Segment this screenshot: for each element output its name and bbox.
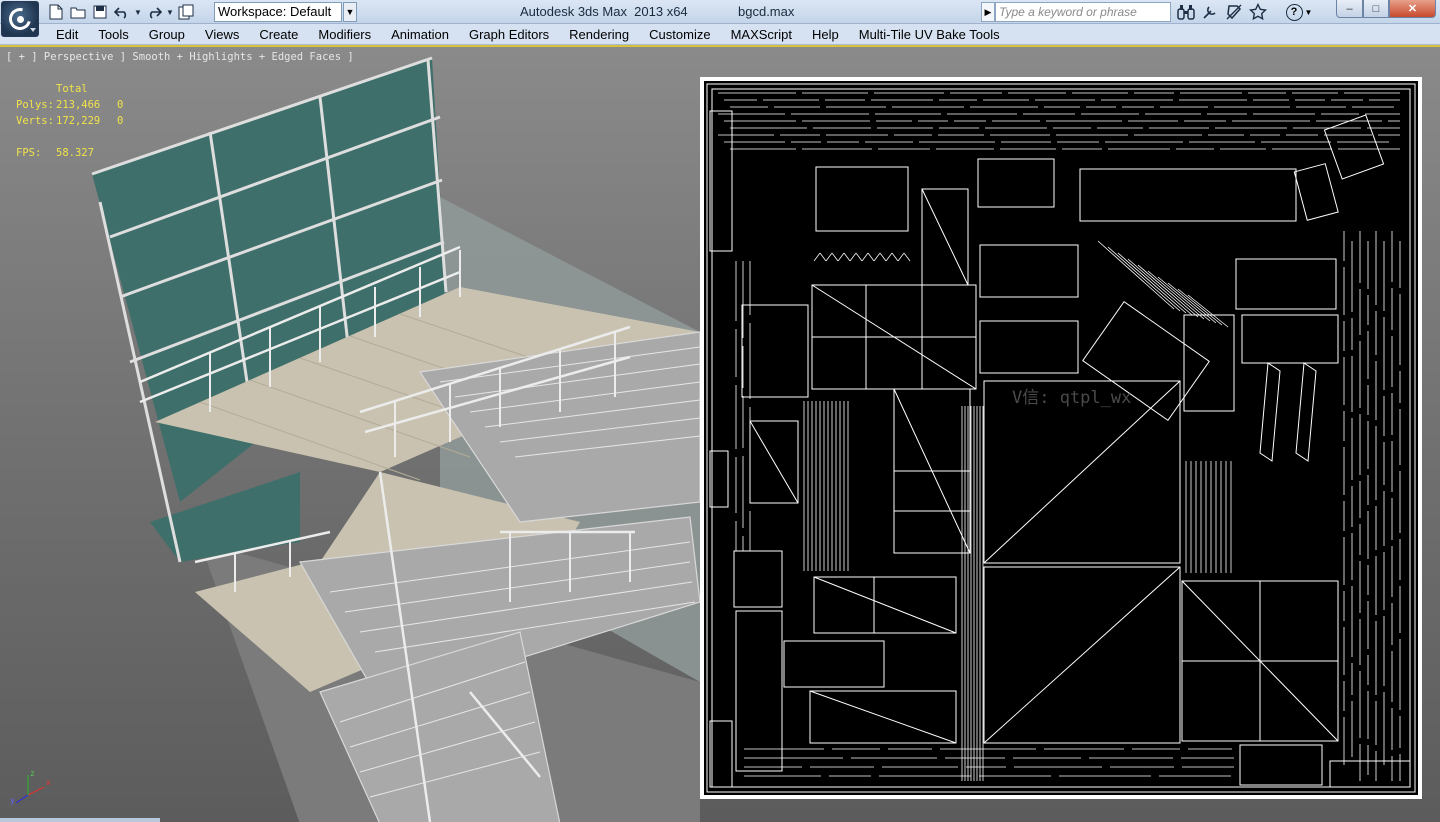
subscription-center-icon[interactable] — [1200, 2, 1220, 22]
fps-label: FPS: — [16, 147, 42, 159]
application-menu-button[interactable] — [1, 1, 39, 37]
favorites-star-icon[interactable] — [1248, 2, 1268, 22]
menu-items: Edit Tools Group Views Create Modifiers Animat… — [46, 24, 1010, 45]
save-icon[interactable] — [90, 2, 110, 22]
chevron-down-icon — [30, 28, 36, 32]
menu-item-create[interactable]: Create — [249, 24, 308, 45]
new-file-icon[interactable] — [46, 2, 66, 22]
verts-label: Verts: — [16, 115, 54, 127]
uv-layout-image — [700, 77, 1422, 799]
redo-icon[interactable] — [144, 2, 164, 22]
menu-item-customize[interactable]: Customize — [639, 24, 720, 45]
stats-header: Total — [56, 83, 88, 95]
close-button[interactable]: ✕ — [1389, 0, 1436, 18]
polys-value: 213,466 — [56, 99, 101, 111]
maximize-button[interactable]: □ — [1363, 0, 1389, 18]
search-expand-icon[interactable]: ▶ — [981, 2, 995, 22]
undo-icon[interactable] — [112, 2, 132, 22]
menu-item-rendering[interactable]: Rendering — [559, 24, 639, 45]
status-strip — [0, 818, 160, 822]
binoculars-icon[interactable] — [1176, 2, 1196, 22]
menu-item-group[interactable]: Group — [139, 24, 195, 45]
menu-item-tools[interactable]: Tools — [88, 24, 138, 45]
quick-access-toolbar: ▼ ▼ — [46, 2, 196, 22]
minimize-button[interactable]: – — [1336, 0, 1363, 18]
menu-item-views[interactable]: Views — [195, 24, 249, 45]
redo-dropdown-icon[interactable]: ▼ — [166, 2, 174, 22]
viewport-statistics: Total Polys: 213,466 0 Verts: 172,229 0 … — [16, 81, 123, 161]
axis-tripod-icon: x z y — [10, 769, 51, 805]
window-title: Autodesk 3ds Max 2013 x64 — [520, 4, 688, 19]
polys-label: Polys: — [16, 99, 54, 111]
verts-selected: 0 — [117, 115, 124, 127]
open-file-icon[interactable] — [68, 2, 88, 22]
axis-x-label: x — [46, 778, 51, 787]
menu-item-maxscript[interactable]: MAXScript — [721, 24, 802, 45]
menu-item-multi-tile-uv-bake-tools[interactable]: Multi-Tile UV Bake Tools — [849, 24, 1010, 45]
polys-selected: 0 — [117, 99, 124, 111]
chevron-down-icon: ▼ — [1304, 7, 1313, 17]
fps-value: 58.327 — [56, 147, 94, 159]
menu-item-animation[interactable]: Animation — [381, 24, 459, 45]
axis-y-label: y — [10, 796, 15, 805]
help-icon: ? — [1285, 3, 1303, 21]
undo-dropdown-icon[interactable]: ▼ — [134, 2, 142, 22]
help-button[interactable]: ? ▼ — [1283, 2, 1315, 22]
menu-bar: Edit Tools Group Views Create Modifiers Animat… — [0, 24, 1440, 45]
project-folder-icon[interactable] — [176, 2, 196, 22]
viewport-label[interactable]: [ + ] Perspective ] Smooth + Highlights … — [6, 51, 354, 63]
menu-item-edit[interactable]: Edit — [46, 24, 88, 45]
file-name: bgcd.max — [738, 4, 795, 19]
search-field[interactable] — [995, 2, 1171, 22]
infocenter-tools — [1176, 2, 1268, 22]
title-bar: ▼ ▼ Workspace: Default ▼ Autodesk 3ds Ma… — [0, 0, 1440, 37]
axis-z-label: z — [30, 769, 35, 778]
search-input[interactable] — [996, 3, 1170, 21]
uv-layout-canvas — [704, 81, 1418, 795]
perspective-viewport[interactable]: [ + ] Perspective ] Smooth + Highlights … — [0, 45, 1440, 822]
uv-islands — [706, 83, 1416, 793]
workspace-dropdown[interactable]: Workspace: Default — [214, 2, 342, 22]
communication-center-icon[interactable] — [1224, 2, 1244, 22]
menu-item-modifiers[interactable]: Modifiers — [308, 24, 381, 45]
chevron-down-icon[interactable]: ▼ — [343, 2, 357, 22]
verts-value: 172,229 — [56, 115, 101, 127]
watermark-text: V信: qtpl_wx — [1012, 388, 1132, 408]
menu-item-help[interactable]: Help — [802, 24, 849, 45]
menu-item-graph-editors[interactable]: Graph Editors — [459, 24, 559, 45]
